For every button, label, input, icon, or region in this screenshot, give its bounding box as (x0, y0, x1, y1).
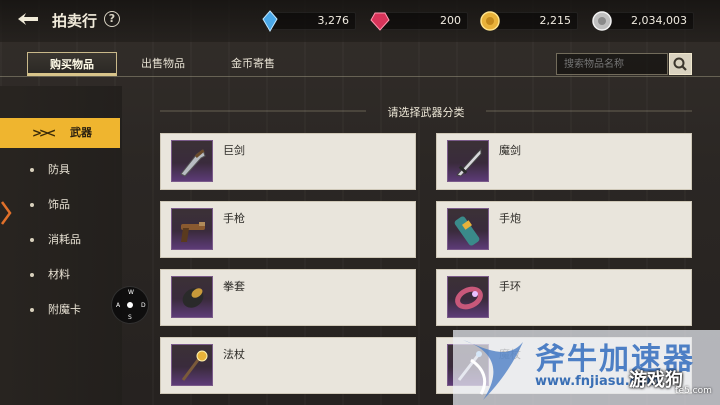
tab-buy[interactable]: 购买物品 (27, 52, 117, 76)
section-heading: 请选择武器分类 (387, 106, 465, 119)
joystick-knob (127, 302, 133, 308)
help-icon[interactable]: ? (104, 11, 120, 27)
sidebar-item-label: 饰品 (48, 198, 70, 211)
bracelet-icon (447, 276, 489, 318)
bullet-dot (30, 273, 34, 277)
blue-crystal-icon (262, 10, 278, 32)
tab-divider (0, 76, 720, 77)
joystick-up: W (128, 289, 134, 296)
page-title: 拍卖行 (52, 12, 98, 30)
joystick-down: S (128, 314, 132, 321)
category-card-greatsword[interactable]: 巨剑 (160, 133, 416, 190)
watermark-logo-icon (463, 340, 523, 400)
tab-gold-consign[interactable]: 金币寄售 (208, 52, 298, 76)
sidebar-item-consumable[interactable]: 消耗品 (0, 225, 120, 255)
sidebar-item-label: 附魔卡 (48, 303, 81, 316)
category-name: 魔剑 (499, 144, 521, 157)
category-name: 拳套 (223, 280, 245, 293)
category-card-hand-cannon[interactable]: 手炮 (436, 201, 692, 258)
category-name: 法杖 (223, 348, 245, 361)
double-chevron-icon: >>< (32, 126, 56, 140)
sidebar-item-label: 武器 (70, 126, 92, 139)
joystick-right: D (141, 302, 146, 309)
hand-cannon-icon (447, 208, 489, 250)
category-card-gauntlet[interactable]: 拳套 (160, 269, 416, 326)
category-name: 手枪 (223, 212, 245, 225)
staff-icon (171, 344, 213, 386)
tab-sell[interactable]: 出售物品 (118, 52, 208, 76)
sidebar-item-label: 消耗品 (48, 233, 81, 246)
back-arrow-icon[interactable] (16, 10, 42, 28)
currency-gold: 2,215 (480, 11, 578, 31)
currency-value: 3,276 (317, 14, 350, 27)
joystick-left: A (116, 302, 121, 309)
greatsword-icon (171, 140, 213, 182)
sidebar-item-label: 防具 (48, 163, 70, 176)
currency-value: 2,215 (539, 14, 572, 27)
category-card-staff[interactable]: 法杖 (160, 337, 416, 394)
side-arrow-icon[interactable] (0, 200, 12, 226)
currency-crystal: 3,276 (262, 10, 356, 32)
sidebar-item-enchant-card[interactable]: 附魔卡 (0, 295, 120, 325)
category-name: 巨剑 (223, 144, 245, 157)
silver-coin-icon (592, 11, 612, 31)
currency-silver: 2,034,003 (592, 11, 694, 31)
sidebar-item-label: 材料 (48, 268, 70, 281)
sidebar-item-weapon[interactable]: >>< 武器 (0, 118, 120, 148)
currency-value: 2,034,003 (631, 14, 687, 27)
category-card-magic-sword[interactable]: 魔剑 (436, 133, 692, 190)
bullet-dot (30, 238, 34, 242)
search-input[interactable] (556, 53, 668, 75)
bullet-dot (30, 203, 34, 207)
watermark-sub-url: te5.com (675, 386, 712, 396)
virtual-joystick[interactable]: W A D S (111, 286, 149, 324)
category-sidebar: >>< 武器 防具 饰品 消耗品 材料 附魔卡 (0, 86, 122, 405)
currency-value: 200 (440, 14, 461, 27)
category-card-pistol[interactable]: 手枪 (160, 201, 416, 258)
pistol-icon (171, 208, 213, 250)
gauntlet-icon (171, 276, 213, 318)
gold-coin-icon (480, 11, 500, 31)
sidebar-item-armor[interactable]: 防具 (0, 155, 120, 185)
bullet-dot (30, 308, 34, 312)
category-name: 手炮 (499, 212, 521, 225)
search-button[interactable] (669, 53, 692, 75)
category-name: 手环 (499, 280, 521, 293)
magic-sword-icon (447, 140, 489, 182)
watermark: 斧牛加速器 www.fnjiasu.com 游戏狗 te5.com (453, 330, 720, 405)
currency-gem: 200 (370, 12, 468, 31)
sidebar-item-accessory[interactable]: 饰品 (0, 190, 120, 220)
red-gem-icon (370, 12, 390, 31)
top-bar: 拍卖行 ? 3,276 200 2,215 2,034,003 (0, 0, 720, 42)
bullet-dot (30, 168, 34, 172)
search-icon (673, 57, 687, 71)
sidebar-item-material[interactable]: 材料 (0, 260, 120, 290)
category-card-bracelet[interactable]: 手环 (436, 269, 692, 326)
